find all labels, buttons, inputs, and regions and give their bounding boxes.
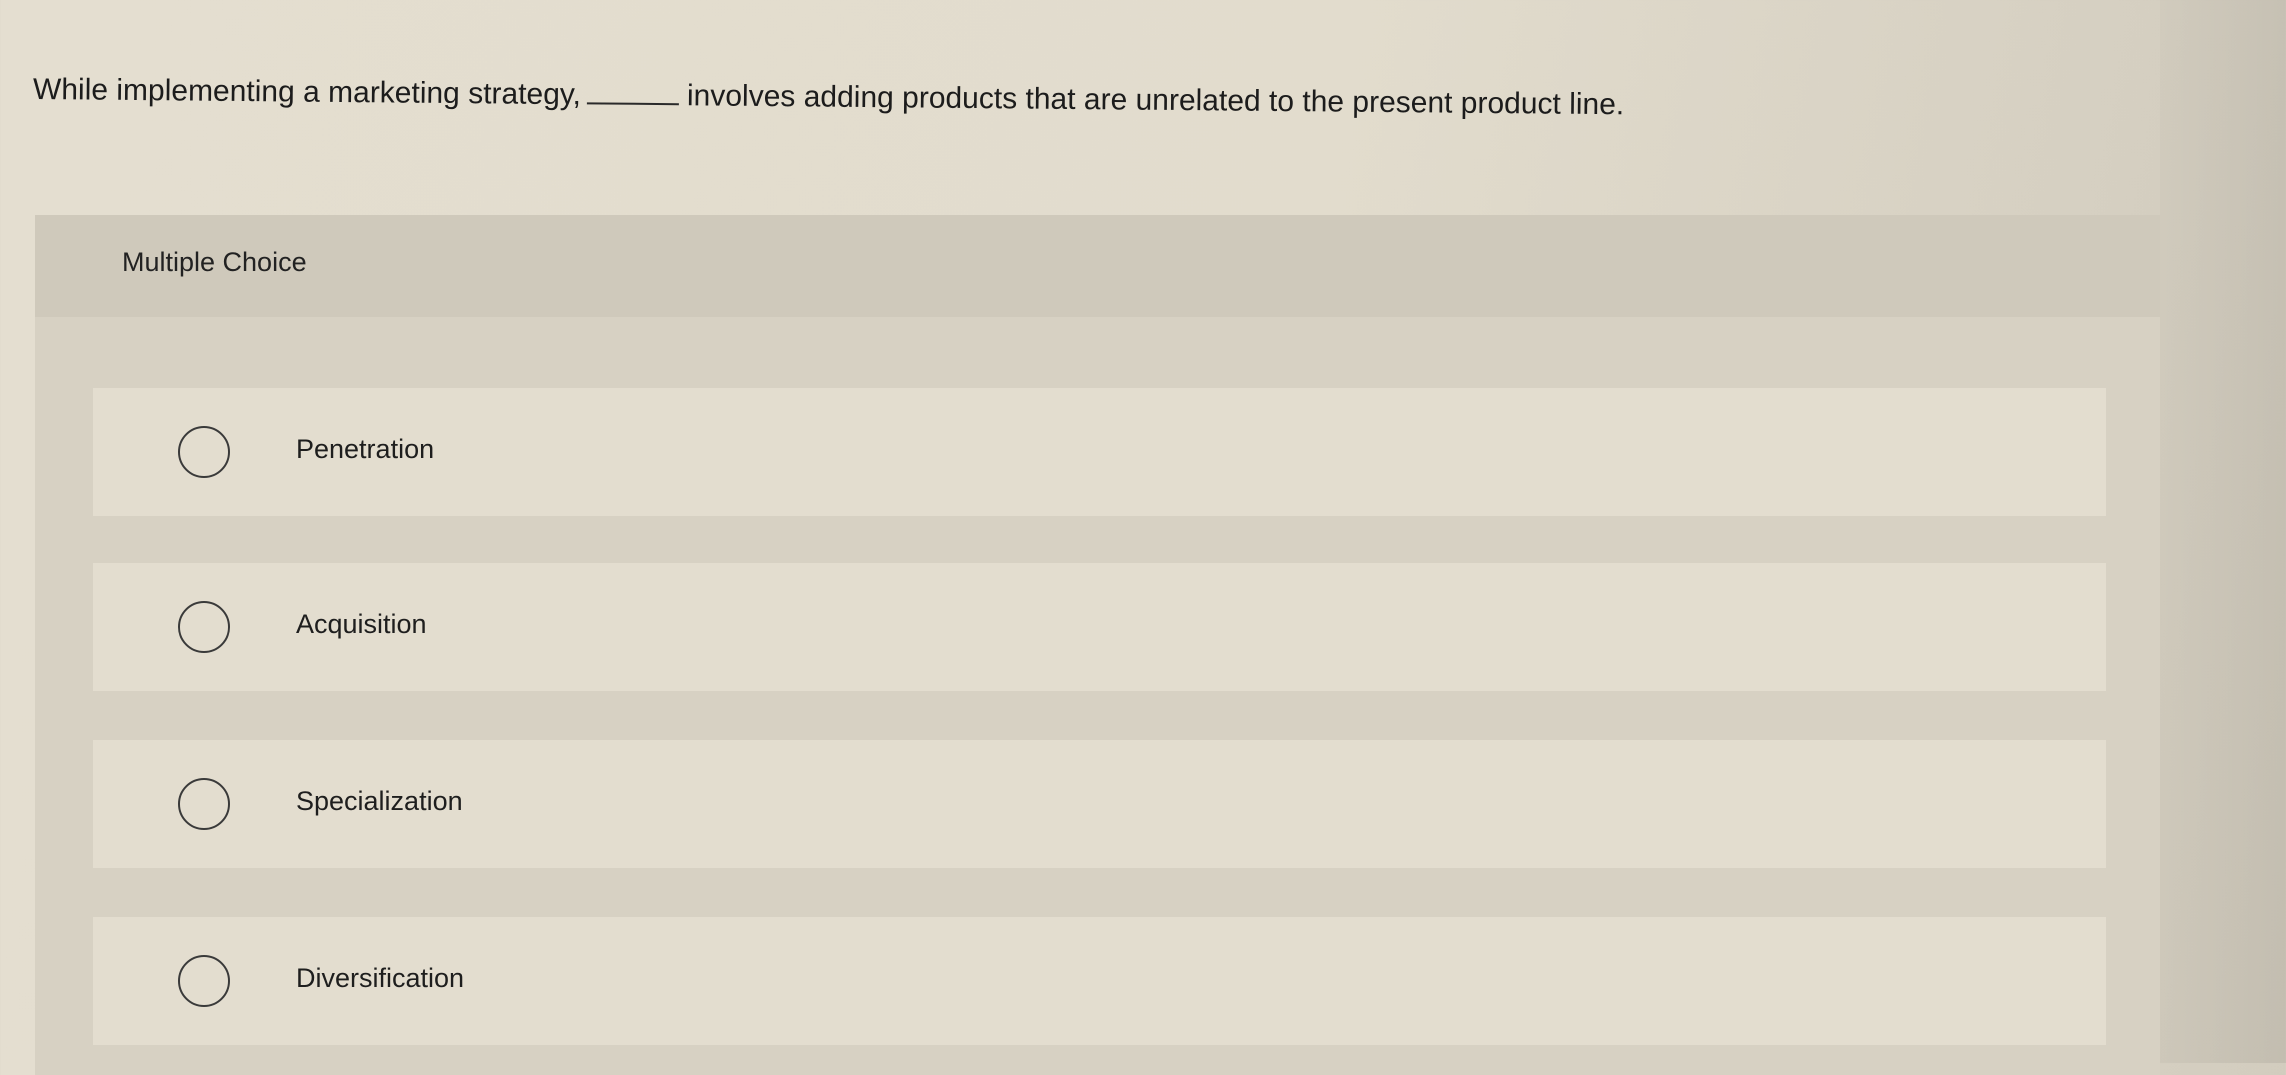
radio-button-icon[interactable] [178,426,230,478]
option-penetration[interactable]: Penetration [93,388,2106,516]
answer-blank [586,76,680,106]
option-specialization[interactable]: Specialization [93,740,2106,868]
quiz-page: While implementing a marketing strategy,… [0,0,2286,1075]
option-label: Acquisition [296,609,427,639]
multiple-choice-title: Multiple Choice [122,247,307,277]
option-acquisition[interactable]: Acquisition [93,563,2106,691]
question-text-before: While implementing a marketing strategy, [32,73,582,112]
option-diversification[interactable]: Diversification [93,917,2106,1045]
radio-button-icon[interactable] [178,601,230,653]
option-label: Specialization [296,786,463,816]
multiple-choice-header: Multiple Choice [35,215,2160,317]
radio-button-icon[interactable] [178,955,230,1007]
multiple-choice-panel: Multiple Choice Penetration Acquisition … [35,215,2160,1075]
option-label: Diversification [296,963,465,993]
option-label: Penetration [296,434,435,464]
question-text-after: involves adding products that are unrela… [686,79,1625,122]
question-text: While implementing a marketing strategy,… [33,68,2133,132]
radio-button-icon[interactable] [178,778,230,830]
page-margin [2160,0,2286,1063]
